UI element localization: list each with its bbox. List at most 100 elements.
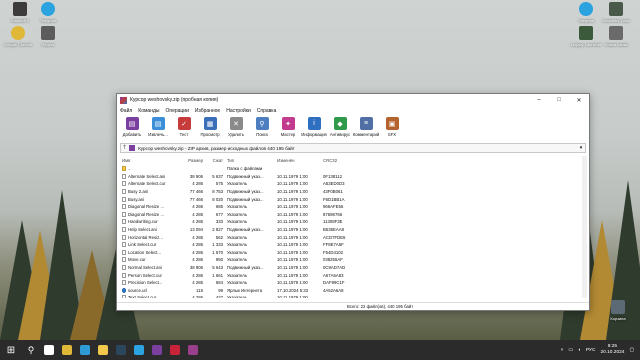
desktop-icon-label: Google Chrome <box>3 42 33 47</box>
system-tray: ˄ ▭ ◖ РУС 8:25 20.10.2024 ▢ <box>561 344 640 356</box>
start-button[interactable]: ⊞ <box>0 341 22 359</box>
file-row[interactable]: Diagonal Resize ... 4 286 677 Указатель 10.1… <box>120 211 586 219</box>
column-name[interactable]: Имя <box>120 158 180 163</box>
tray-arrow-icon[interactable]: ˄ <box>561 348 564 353</box>
up-arrow-icon[interactable]: 🡑 <box>123 143 126 153</box>
cell-modified: 10.11.1979 1:00 <box>277 234 308 240</box>
cursor-file-icon <box>122 204 126 210</box>
tool-delete-button[interactable]: ✕ Удалить <box>224 117 248 137</box>
taskbar-telegram-button[interactable] <box>130 341 148 359</box>
cursor-file-icon <box>122 173 126 179</box>
file-row[interactable]: Handwriting.cur 4 286 333 Указатель 10.11.19… <box>120 218 586 226</box>
tool-add-button[interactable]: ▤ Добавить <box>120 117 144 137</box>
desktop-icon-geometry-dash[interactable]: Geometry Dash <box>598 2 634 23</box>
file-row[interactable]: source.url 115 99 Ярлык Интернета 17.10.2024… <box>120 287 586 295</box>
desktop-icon-yandex[interactable]: Яндекс <box>30 26 66 47</box>
column-modified[interactable]: Изменён <box>275 158 321 163</box>
cell-name: .. <box>120 166 180 172</box>
file-row[interactable]: Alternate Select.ani 38 906 5 637 Подвижный… <box>120 173 586 181</box>
cell-size: 4 286 <box>192 280 203 286</box>
taskbar-opera-button[interactable] <box>166 341 184 359</box>
desktop-icon-recycle-bin[interactable]: Корзина <box>600 300 636 321</box>
column-packed[interactable]: Сжат <box>205 158 225 163</box>
file-list-header: Имя Размер Сжат Тип Изменён CRC32 <box>120 156 586 165</box>
file-list[interactable]: Имя Размер Сжат Тип Изменён CRC32 .. Папк… <box>120 156 586 298</box>
column-type[interactable]: Тип <box>225 158 275 163</box>
desktop-icon-telegram[interactable]: Telegram <box>30 2 66 23</box>
chevron-down-icon[interactable]: ▾ <box>577 145 585 151</box>
cell-name: Diagonal Resize ... <box>120 211 180 217</box>
winrar-window[interactable]: Курсор weshovsky.zip (пробная копия) – □… <box>116 93 590 311</box>
file-row[interactable]: Move.cur 4 286 950 Указатель 10.11.1979 1:00… <box>120 256 586 264</box>
window-titlebar[interactable]: Курсор weshovsky.zip (пробная копия) – □… <box>117 94 589 106</box>
file-row[interactable]: Location Select... 4 286 1 570 Указатель 10.… <box>120 249 586 257</box>
tool-find-button[interactable]: ⚲ Поиск <box>250 117 274 137</box>
desktop-icon-label: Telegram <box>577 18 595 23</box>
taskbar-tor-button[interactable] <box>148 341 166 359</box>
menu-help[interactable]: Справка <box>257 108 277 114</box>
tool-antivirus-button[interactable]: ◆ Антивирус <box>328 117 352 137</box>
tool-label: Мастер <box>280 132 296 137</box>
tool-test-button[interactable]: ✓ Тест <box>172 117 196 137</box>
column-size[interactable]: Размер <box>180 158 205 163</box>
language-indicator[interactable]: РУС <box>586 348 596 353</box>
taskbar-steam-button[interactable] <box>112 341 130 359</box>
delete-icon: ✕ <box>229 117 243 130</box>
tool-view-button[interactable]: ▦ Просмотр <box>198 117 222 137</box>
close-button[interactable]: ✕ <box>569 94 589 106</box>
file-row[interactable]: Horizontal Resiz... 4 286 562 Указатель 10.1… <box>120 233 586 241</box>
file-row[interactable]: .. Папка с файлами <box>120 165 586 173</box>
file-row[interactable]: Alternate Select.cur 4 286 575 Указатель 10.… <box>120 180 586 188</box>
cell-modified: 10.11.1979 1:00 <box>277 227 308 233</box>
tool-label: Антивирус <box>329 132 351 137</box>
menu-commands[interactable]: Команды <box>138 108 159 114</box>
file-row[interactable]: Precision Select... 4 286 584 Указатель 10.1… <box>120 279 586 287</box>
desktop-icon-label: Новая папка <box>604 42 628 47</box>
file-name: Diagonal Resize ... <box>128 204 165 210</box>
cell-size: 4 286 <box>192 249 203 255</box>
explorer-icon <box>98 345 108 355</box>
cell-packed: 562 <box>215 234 223 240</box>
taskbar-chrome-button[interactable] <box>58 341 76 359</box>
minimize-button[interactable]: – <box>529 94 549 106</box>
tool-label: Поиск <box>256 132 268 137</box>
telegram-icon <box>134 345 144 355</box>
file-row[interactable]: Person Select.cur 4 286 1 661 Указатель 10.1… <box>120 271 586 279</box>
cell-modified: 10.11.1979 1:00 <box>277 196 308 202</box>
menu-favorites[interactable]: Избранное <box>195 108 220 114</box>
maximize-button[interactable]: □ <box>549 94 569 106</box>
taskbar-winrar-button[interactable] <box>184 341 202 359</box>
column-crc[interactable]: CRC32 <box>321 158 351 163</box>
file-row[interactable]: Busy.ani 77 466 8 020 Подвижный указ... 10.1… <box>120 195 586 203</box>
tool-comment-button[interactable]: ≡ Комментарий <box>353 117 379 137</box>
file-row[interactable]: Link Select.cur 4 286 1 333 Указатель 10.11.… <box>120 241 586 249</box>
tool-info-button[interactable]: i Информация <box>301 117 327 137</box>
tool-sfx-button[interactable]: ▣ SFX <box>380 117 404 137</box>
clock[interactable]: 8:25 20.10.2024 <box>600 344 624 356</box>
cursor-file-icon <box>122 234 126 240</box>
chrome-icon <box>62 345 72 355</box>
tool-wizard-button[interactable]: ✦ Мастер <box>276 117 300 137</box>
status-bar: Всего: 22 файл(ов), 440 195 байт <box>117 302 589 310</box>
search-icon[interactable]: ⚲ <box>22 341 40 359</box>
taskbar-edge-button[interactable] <box>76 341 94 359</box>
file-row[interactable]: Busy 2.ani 77 466 8 753 Подвижный указ... 10… <box>120 188 586 196</box>
menu-file[interactable]: Файл <box>120 108 132 114</box>
address-bar[interactable]: 🡑 Курсор weshovsky.zip - ZIP архив, разм… <box>120 143 586 153</box>
vertical-scrollbar[interactable] <box>582 156 587 298</box>
taskbar-explorer-button[interactable] <box>94 341 112 359</box>
file-row[interactable]: Normal Select.ani 38 906 5 643 Подвижный ук… <box>120 264 586 272</box>
file-row[interactable]: Text Select.cur 4 286 427 Указатель 10.11.19… <box>120 294 586 298</box>
desktop-icon-new-folder[interactable]: Новая папка <box>598 26 634 47</box>
cell-modified: 10.11.1979 1:00 <box>277 204 308 210</box>
file-row[interactable]: Help Select.ani 13 094 2 827 Подвижный указ… <box>120 226 586 234</box>
volume-icon[interactable]: ◖ <box>578 348 581 353</box>
notifications-icon[interactable]: ▢ <box>629 348 634 353</box>
menu-settings[interactable]: Настройки <box>226 108 251 114</box>
menu-operations[interactable]: Операции <box>165 108 188 114</box>
file-row[interactable]: Diagonal Resize ... 4 286 685 Указатель 10.1… <box>120 203 586 211</box>
taskbar-task-view-button[interactable] <box>40 341 58 359</box>
chrome-icon <box>11 26 25 40</box>
network-icon[interactable]: ▭ <box>568 348 573 353</box>
tool-extract-button[interactable]: ▤ Извлечь... <box>146 117 170 137</box>
